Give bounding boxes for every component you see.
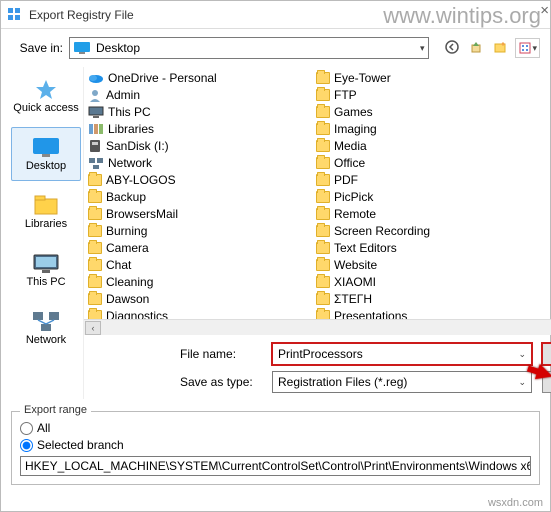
list-item[interactable]: Libraries xyxy=(86,120,306,137)
list-item[interactable]: Media xyxy=(314,137,534,154)
new-folder-icon[interactable] xyxy=(491,38,509,56)
list-item[interactable]: Eye-Tower xyxy=(314,69,534,86)
export-range-fieldset: Export range All Selected branch HKEY_LO… xyxy=(11,411,540,485)
list-item[interactable]: Cleaning xyxy=(86,273,306,290)
place-quick-access[interactable]: Quick access xyxy=(11,69,81,123)
place-this-pc[interactable]: This PC xyxy=(11,243,81,297)
chevron-down-icon: ▾ xyxy=(532,43,537,54)
network-icon xyxy=(30,309,62,333)
list-item[interactable]: Chat xyxy=(86,256,306,273)
save-in-value: Desktop xyxy=(96,41,140,55)
list-item[interactable]: ΣΤΕΓΗ xyxy=(314,290,534,307)
chevron-down-icon: ▾ xyxy=(420,43,425,54)
radio-all[interactable]: All xyxy=(20,421,531,435)
list-item[interactable]: Games xyxy=(314,103,534,120)
list-item[interactable]: Presentations xyxy=(314,307,534,319)
close-icon[interactable]: × xyxy=(540,2,549,19)
list-item[interactable]: XIAOMI xyxy=(314,273,534,290)
app-icon xyxy=(7,7,23,23)
titlebar: Export Registry File xyxy=(1,1,550,29)
list-item[interactable]: Office xyxy=(314,154,534,171)
save-button[interactable]: Save xyxy=(542,343,551,365)
list-item[interactable]: Diagnostics xyxy=(86,307,306,319)
list-item[interactable]: Screen Recording xyxy=(314,222,534,239)
list-item[interactable]: PicPick xyxy=(314,188,534,205)
pc-icon xyxy=(30,251,62,275)
file-name-label: File name: xyxy=(180,347,262,361)
list-item[interactable]: OneDrive - Personal xyxy=(86,69,306,86)
radio-all-input[interactable] xyxy=(20,422,33,435)
scroll-left-icon[interactable]: ‹ xyxy=(85,321,101,335)
list-item[interactable]: Dawson xyxy=(86,290,306,307)
list-item[interactable]: This PC xyxy=(86,103,306,120)
list-item[interactable]: Admin xyxy=(86,86,306,103)
star-icon xyxy=(30,77,62,101)
desktop-icon xyxy=(30,135,62,159)
list-item[interactable]: Imaging xyxy=(314,120,534,137)
horizontal-scrollbar[interactable]: ‹ › xyxy=(84,319,551,335)
save-in-combo[interactable]: Desktop ▾ xyxy=(69,37,429,59)
file-name-input[interactable]: PrintProcessors ⌄ xyxy=(272,343,532,365)
export-range-legend: Export range xyxy=(20,404,91,416)
list-item[interactable]: Backup xyxy=(86,188,306,205)
list-item[interactable]: FTP xyxy=(314,86,534,103)
save-type-label: Save as type: xyxy=(180,375,262,389)
place-network[interactable]: Network xyxy=(11,301,81,355)
place-libraries[interactable]: Libraries xyxy=(11,185,81,239)
list-item[interactable]: Camera xyxy=(86,239,306,256)
chevron-down-icon: ⌄ xyxy=(518,377,526,388)
libraries-icon xyxy=(30,193,62,217)
list-item[interactable]: Website xyxy=(314,256,534,273)
save-in-label: Save in: xyxy=(11,41,63,55)
list-item[interactable]: Network xyxy=(86,154,306,171)
back-icon[interactable] xyxy=(443,38,461,56)
radio-selected-branch[interactable]: Selected branch xyxy=(20,438,531,452)
list-item[interactable]: Remote xyxy=(314,205,534,222)
chevron-down-icon: ⌄ xyxy=(518,349,526,360)
list-item[interactable]: PDF xyxy=(314,171,534,188)
footer-watermark: wsxdn.com xyxy=(488,497,543,509)
up-icon[interactable] xyxy=(467,38,485,56)
list-item[interactable]: BrowsersMail xyxy=(86,205,306,222)
list-item[interactable]: Burning xyxy=(86,222,306,239)
places-bar: Quick access Desktop Libraries This PC N… xyxy=(11,67,81,399)
file-list[interactable]: OneDrive - PersonalAdminThis PCLibraries… xyxy=(84,67,551,319)
list-item[interactable]: SanDisk (I:) xyxy=(86,137,306,154)
radio-selected-input[interactable] xyxy=(20,439,33,452)
desktop-icon xyxy=(74,42,90,54)
window-title: Export Registry File xyxy=(29,8,134,22)
place-desktop[interactable]: Desktop xyxy=(11,127,81,181)
list-item[interactable]: ABY-LOGOS xyxy=(86,171,306,188)
save-type-combo[interactable]: Registration Files (*.reg) ⌄ xyxy=(272,371,532,393)
view-menu[interactable]: ▾ xyxy=(515,38,540,58)
list-item[interactable]: Text Editors xyxy=(314,239,534,256)
branch-path-input[interactable]: HKEY_LOCAL_MACHINE\SYSTEM\CurrentControl… xyxy=(20,456,531,476)
